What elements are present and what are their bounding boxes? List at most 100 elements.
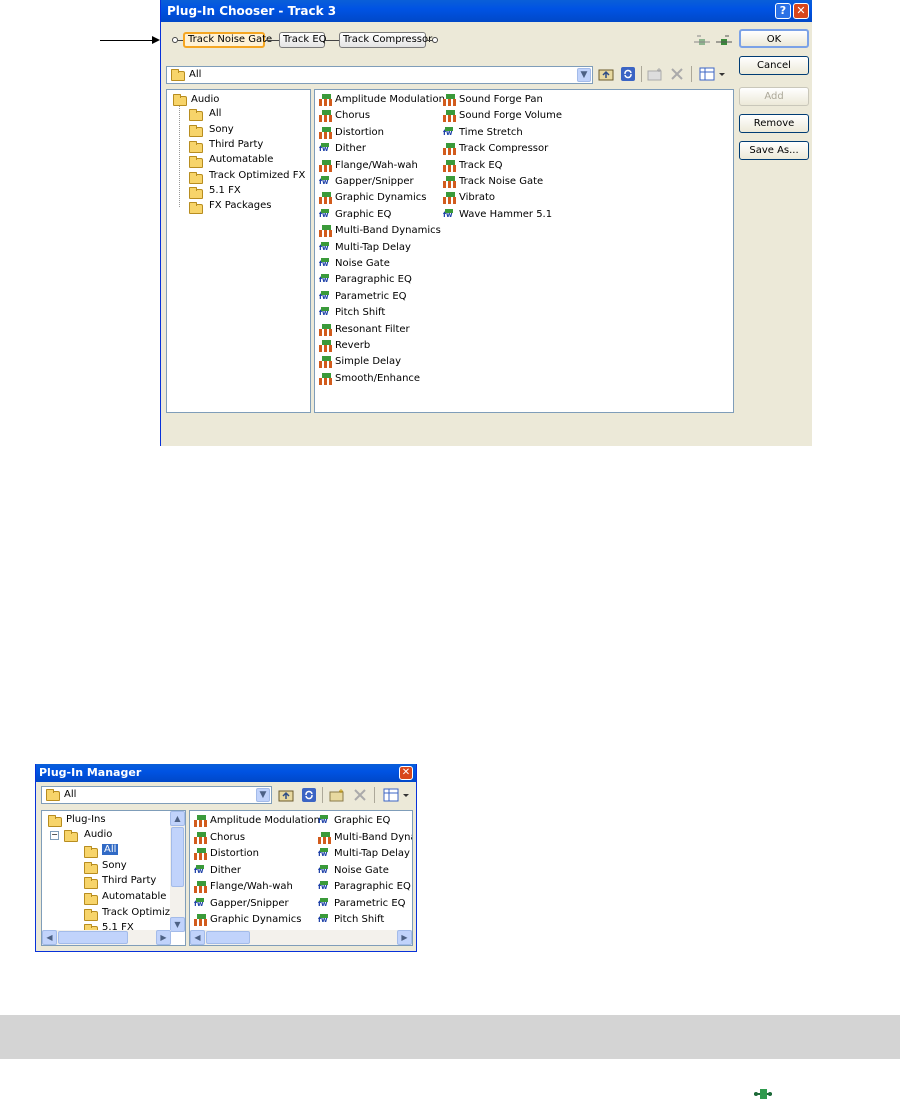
tree-item-third-party[interactable]: Third Party (209, 139, 263, 150)
callout-arrowhead (152, 36, 160, 44)
vst-plugin-icon: fw (443, 126, 457, 139)
dx-plugin-icon (319, 372, 333, 385)
callout-arrow (100, 40, 158, 41)
scroll-thumb[interactable] (58, 931, 128, 944)
vst-plugin-icon: fw (319, 258, 333, 270)
dx-plugin-icon (319, 192, 333, 205)
manager-titlebar: Plug-In Manager ✕ (36, 764, 416, 782)
close-icon[interactable]: ✕ (399, 766, 413, 780)
view-mode-icon[interactable] (383, 787, 411, 803)
tree-item-plug-ins[interactable]: Plug-Ins (66, 814, 106, 825)
move-plugin-right-icon[interactable] (716, 33, 732, 49)
toolbar-separator (641, 66, 642, 82)
plugin-item-label: Parametric EQ (335, 290, 407, 302)
refresh-icon[interactable] (301, 787, 317, 803)
scroll-right-icon[interactable]: ▶ (156, 930, 171, 945)
plugin-item-label: Flange/Wah-wah (210, 881, 293, 892)
add-button[interactable]: Add (739, 87, 809, 106)
tree-item-audio[interactable]: Audio (191, 94, 219, 105)
plugin-item-label: Pitch Shift (335, 307, 386, 319)
plugin-item-label: Amplitude Modulation (335, 94, 445, 105)
move-plugin-left-icon[interactable] (694, 33, 710, 49)
section-banner (0, 1015, 900, 1059)
plugin-item-label: Distortion (210, 848, 259, 859)
plugin-item-label: Flange/Wah-wah (335, 159, 418, 171)
scroll-left-icon[interactable]: ◀ (190, 930, 205, 945)
folder-icon (171, 69, 185, 81)
tree-item-audio[interactable]: Audio (84, 829, 112, 840)
dx-plugin-icon (443, 94, 457, 106)
dx-plugin-icon (319, 356, 333, 369)
tree-item-third-party[interactable]: Third Party (102, 875, 156, 886)
dx-plugin-icon (319, 159, 333, 172)
delete-icon[interactable] (352, 787, 368, 803)
folder-icon (189, 202, 203, 214)
refresh-icon[interactable] (620, 66, 636, 82)
folder-select[interactable]: All ▼ (41, 786, 272, 804)
dx-plugin-icon (194, 914, 208, 926)
scroll-right-icon[interactable]: ▶ (397, 930, 412, 945)
tree-item-fx-packages[interactable]: FX Packages (209, 200, 271, 211)
plugin-item-label: Parametric EQ (334, 897, 406, 909)
vst-plugin-icon: fw (318, 881, 332, 893)
folder-icon (189, 172, 203, 184)
remove-button[interactable]: Remove (739, 114, 809, 133)
chevron-down-icon[interactable]: ▼ (256, 788, 270, 802)
scroll-up-icon[interactable]: ▲ (170, 811, 185, 826)
folder-tree: Audio All Sony Third Party Automatable T… (166, 89, 311, 413)
help-icon[interactable]: ? (775, 3, 791, 19)
tree-item-all[interactable]: All (209, 108, 221, 119)
up-folder-icon[interactable] (278, 787, 294, 803)
chevron-down-icon[interactable]: ▼ (577, 68, 591, 82)
tree-item-automatable[interactable]: Automatable (209, 154, 273, 165)
tree-vertical-scrollbar[interactable]: ▲ ▼ (170, 811, 185, 932)
tree-item-sony[interactable]: Sony (209, 124, 234, 135)
ok-button[interactable]: OK (739, 29, 809, 48)
folder-icon (48, 815, 62, 827)
collapse-icon[interactable]: − (50, 831, 59, 840)
new-folder-icon[interactable] (329, 787, 345, 803)
folder-tree: Plug-Ins − Audio All Sony Third Party Au… (41, 810, 186, 946)
folder-icon (64, 830, 78, 842)
save-as-button[interactable]: Save As... (739, 141, 809, 160)
vst-plugin-icon: fw (319, 208, 333, 221)
vst-plugin-icon: fw (319, 307, 333, 319)
up-folder-icon[interactable] (598, 66, 614, 82)
scroll-thumb[interactable] (206, 931, 250, 944)
folder-icon (189, 141, 203, 153)
vst-plugin-icon: fw (318, 914, 332, 926)
new-folder-icon[interactable] (647, 66, 663, 82)
chain-plugin-track-compressor[interactable]: Track Compressor (339, 32, 432, 48)
close-icon[interactable]: ✕ (793, 3, 809, 19)
tree-item-track-optimized-fx[interactable]: Track Optimized FX (209, 170, 305, 181)
vst-plugin-icon: fw (443, 208, 457, 221)
scroll-thumb[interactable] (171, 827, 184, 887)
folder-icon (189, 109, 203, 121)
tree-item-5-1-fx[interactable]: 5.1 FX (209, 185, 241, 196)
plugin-item-label: Sound Forge Volume (459, 110, 562, 122)
plugin-item-label: Paragraphic EQ (335, 274, 412, 286)
tree-item-automatable[interactable]: Automatable (102, 891, 166, 902)
chain-plugin-track-noise-gate[interactable]: Track Noise Gate (183, 32, 272, 48)
tree-horizontal-scrollbar[interactable]: ◀ ▶ (42, 930, 171, 945)
tree-item-sony[interactable]: Sony (102, 860, 127, 871)
cancel-button[interactable]: Cancel (739, 56, 809, 75)
plugin-item-label: Multi-Tap Delay (335, 241, 411, 253)
delete-icon[interactable] (669, 66, 685, 82)
dx-plugin-icon (443, 110, 457, 123)
folder-icon (84, 846, 98, 858)
tree-item-track-optimize[interactable]: Track Optimize (102, 907, 176, 918)
tree-item-all[interactable]: All (102, 844, 119, 855)
scroll-down-icon[interactable]: ▼ (170, 917, 185, 932)
dx-plugin-icon (194, 831, 208, 844)
plugin-item-label: Simple Delay (335, 356, 402, 368)
folder-select[interactable]: All ▼ (166, 66, 593, 84)
scroll-left-icon[interactable]: ◀ (42, 930, 57, 945)
chain-line (265, 40, 279, 41)
folder-icon (173, 94, 187, 106)
plugin-list: Amplitude Modulation Chorus Distortion fw Di… (314, 89, 734, 413)
list-horizontal-scrollbar[interactable]: ◀ ▶ (190, 930, 412, 945)
view-mode-icon[interactable] (699, 66, 727, 82)
plugin-item-label: Reverb (335, 340, 371, 351)
chain-plugin-track-eq[interactable]: Track EQ (279, 32, 327, 48)
